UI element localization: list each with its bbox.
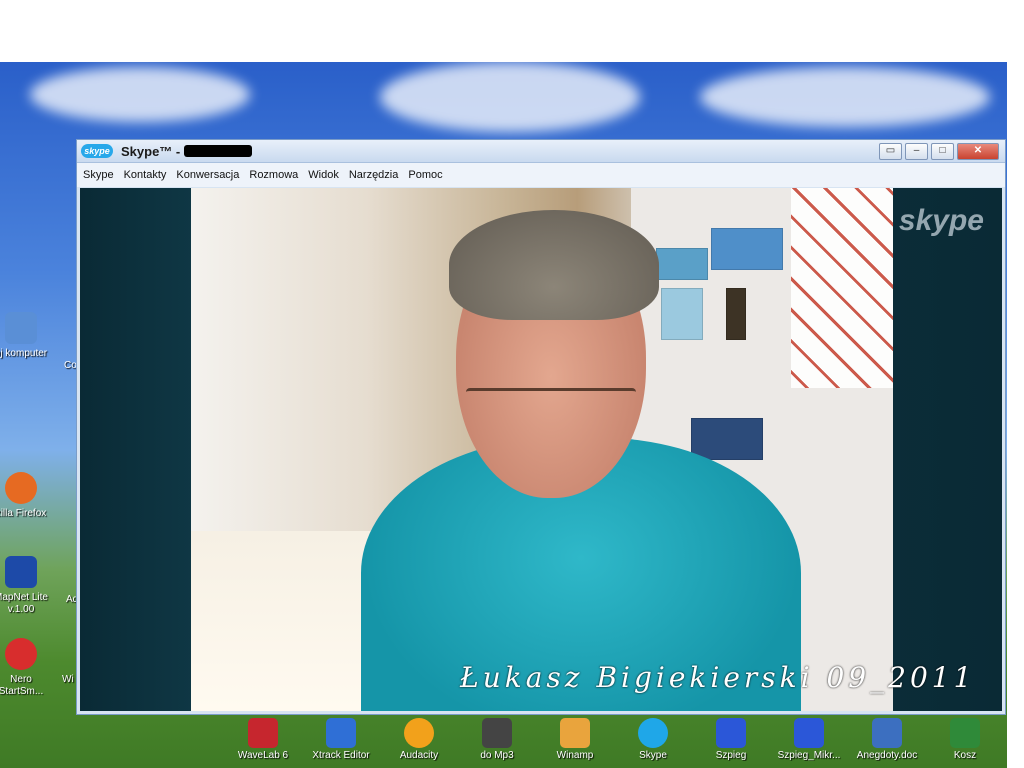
shortcut-label: Szpieg_Mikr... <box>777 750 841 761</box>
desktop-icon-label: zilla Firefox <box>0 508 47 519</box>
menu-widok[interactable]: Widok <box>308 169 339 181</box>
menu-rozmowa[interactable]: Rozmowa <box>249 169 298 181</box>
shortcut-label: Xtrack Editor <box>312 750 370 761</box>
partial-desktop-label: Wi <box>62 674 74 685</box>
skype-icon <box>638 718 668 748</box>
my-computer-icon <box>5 312 37 344</box>
person-hair <box>449 210 659 320</box>
magnet <box>656 248 708 280</box>
skype-logo-icon: skype <box>81 144 113 158</box>
shortcut-label: do Mp3 <box>480 750 514 761</box>
shortcut-anegdoty-doc[interactable]: Anegdoty.doc <box>848 718 926 761</box>
partial-desktop-label: Co <box>64 360 77 371</box>
menu-skype[interactable]: Skype <box>83 169 114 181</box>
wavelab-icon <box>248 718 278 748</box>
winamp-icon <box>560 718 590 748</box>
shortcut-label: Audacity <box>399 750 439 761</box>
video-feed <box>191 188 893 711</box>
close-button[interactable]: ✕ <box>957 142 999 160</box>
title-bar[interactable]: skype Skype™ - ▭ – □ ✕ <box>77 140 1005 163</box>
menu-konwersacja[interactable]: Konwersacja <box>176 169 239 181</box>
firefox-icon <box>5 472 37 504</box>
shortcut-winamp[interactable]: Winamp <box>536 718 614 761</box>
szpieg-mikr-icon <box>794 718 824 748</box>
desktop-icon-nero[interactable]: Nero StartSm... <box>0 638 52 698</box>
shortcut-label: Kosz <box>953 750 977 761</box>
do-mp3-icon <box>482 718 512 748</box>
audacity-icon <box>404 718 434 748</box>
minimize-button[interactable]: – <box>905 142 928 160</box>
cloud <box>30 67 250 122</box>
shortcut-szpieg-mikr[interactable]: Szpieg_Mikr... <box>770 718 848 761</box>
compact-view-button[interactable]: ▭ <box>879 142 902 160</box>
shortcut-wavelab[interactable]: WaveLab 6 <box>224 718 302 761</box>
desktop-shortcut-row: WaveLab 6 Xtrack Editor Audacity do Mp3 … <box>224 718 1004 761</box>
shortcut-label: Winamp <box>556 750 594 761</box>
shortcut-label: WaveLab 6 <box>237 750 289 761</box>
towel <box>791 188 893 388</box>
desktop-icon-firefox[interactable]: zilla Firefox <box>0 472 52 520</box>
shortcut-do-mp3[interactable]: do Mp3 <box>458 718 536 761</box>
magnet <box>691 418 763 460</box>
shortcut-kosz[interactable]: Kosz <box>926 718 1004 761</box>
shortcut-audacity[interactable]: Audacity <box>380 718 458 761</box>
shortcut-label: Skype <box>639 750 667 761</box>
shortcut-label: Anegdoty.doc <box>856 750 918 761</box>
redacted-name <box>184 145 253 157</box>
desktop-icon-label: Nero StartSm... <box>0 674 44 697</box>
kosz-icon <box>950 718 980 748</box>
shortcut-szpieg[interactable]: Szpieg <box>692 718 770 761</box>
magnet <box>726 288 746 340</box>
menu-narzedzia[interactable]: Narzędzia <box>349 169 399 181</box>
magnet <box>661 288 703 340</box>
desktop-icon-label: ój komputer <box>0 348 48 359</box>
glasses <box>466 388 636 431</box>
desktop-icon-mapnet[interactable]: MapNet Lite v.1.00 <box>0 556 52 616</box>
magnet <box>711 228 783 270</box>
window-title: Skype™ - <box>121 143 181 159</box>
signature-overlay: Łukasz Bigiekierski 09_2011 <box>460 661 976 694</box>
xtrack-editor-icon <box>326 718 356 748</box>
mapnet-icon <box>5 556 37 588</box>
skype-window: skype Skype™ - ▭ – □ ✕ Skype Kontakty Ko… <box>76 139 1006 715</box>
menu-pomoc[interactable]: Pomoc <box>408 169 442 181</box>
szpieg-icon <box>716 718 746 748</box>
shortcut-label: Szpieg <box>715 750 747 761</box>
cloud <box>700 67 990 127</box>
skype-watermark: skype <box>898 204 984 237</box>
maximize-button[interactable]: □ <box>931 142 954 160</box>
menu-bar: Skype Kontakty Konwersacja Rozmowa Widok… <box>77 163 1005 187</box>
nero-icon <box>5 638 37 670</box>
shortcut-xtrack-editor[interactable]: Xtrack Editor <box>302 718 380 761</box>
anegdoty-doc-icon <box>872 718 902 748</box>
desktop-icon-label: MapNet Lite v.1.00 <box>0 592 48 615</box>
desktop-icon-my-computer[interactable]: ój komputer <box>0 312 52 360</box>
menu-kontakty[interactable]: Kontakty <box>124 169 167 181</box>
shortcut-skype[interactable]: Skype <box>614 718 692 761</box>
video-call-area: skype Łukasz Bigiekierski 09_2011 <box>80 188 1002 711</box>
cloud <box>380 62 640 132</box>
